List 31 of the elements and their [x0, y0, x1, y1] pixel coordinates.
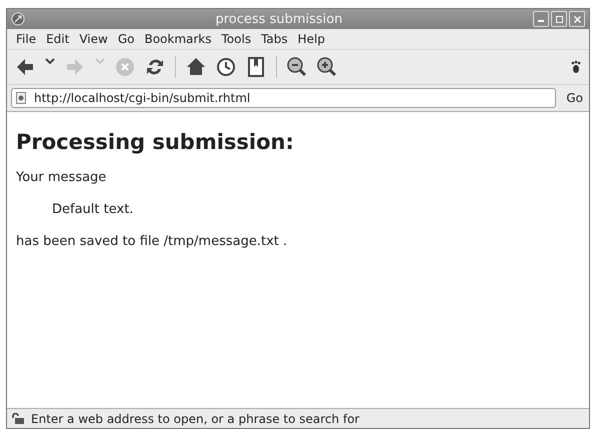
menu-item[interactable]: Tabs: [256, 32, 293, 46]
text-line: Your message: [16, 170, 108, 185]
close-icon: [574, 16, 580, 22]
address-field[interactable]: http://localhost/cgi-bin/submit.rhtml: [11, 88, 556, 108]
minimize-button[interactable]: [533, 11, 549, 27]
menu-item[interactable]: Go: [112, 32, 140, 46]
zoom-out-icon[interactable]: [287, 56, 307, 78]
clock-icon[interactable]: [216, 56, 236, 78]
page-heading: Processing submission:: [16, 130, 295, 154]
menu-item[interactable]: View: [74, 32, 113, 46]
book-icon[interactable]: [246, 56, 266, 78]
status-text: Enter a web address to open, or a phrase to search for: [31, 412, 360, 426]
footprint-icon: [571, 60, 581, 74]
menu-item[interactable]: Tools: [216, 32, 256, 46]
menu-item[interactable]: Edit: [41, 32, 74, 46]
window-title: process submission: [214, 12, 344, 26]
menu-item[interactable]: Help: [292, 32, 330, 46]
app-icon: [11, 12, 25, 26]
zoom-in-icon[interactable]: [317, 56, 337, 78]
close-button[interactable]: [569, 11, 585, 27]
minimize-icon: [538, 20, 544, 22]
home-icon[interactable]: [186, 56, 206, 78]
maximize-button[interactable]: [551, 11, 567, 27]
menu-item[interactable]: Bookmarks: [139, 32, 217, 46]
text-line: has been saved to file /tmp/message.txt .: [16, 234, 288, 249]
padlock-icon: [11, 412, 25, 424]
go-button[interactable]: Go: [564, 91, 585, 105]
text-line: Default text.: [52, 202, 134, 217]
page-icon: [16, 92, 26, 104]
menu-item[interactable]: File: [11, 32, 42, 46]
maximize-icon: [556, 16, 562, 22]
